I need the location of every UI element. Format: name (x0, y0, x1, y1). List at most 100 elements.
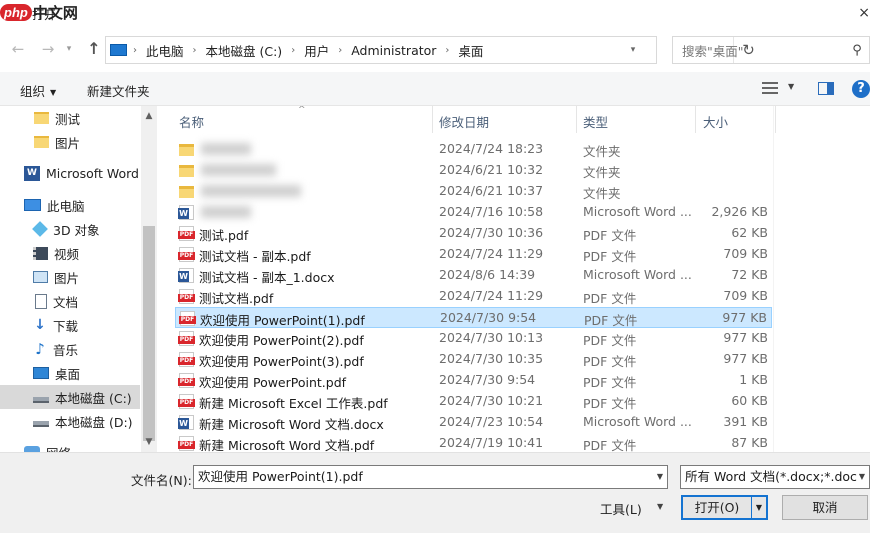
nav-item-test-folder[interactable]: 测试 (0, 106, 140, 130)
tools-chevron-down-icon[interactable]: ▼ (657, 502, 663, 511)
nav-item-microsoft-word[interactable]: W Microsoft Word (0, 161, 140, 185)
column-divider[interactable] (695, 106, 696, 133)
file-row[interactable]: PDF 欢迎使用 PowerPoint(2).pdf 2024/7/30 10:13… (175, 328, 772, 349)
word-file-icon: W (178, 205, 194, 220)
nav-item-music[interactable]: ♪ 音乐 (0, 337, 140, 361)
word-icon: W (24, 165, 40, 181)
desktop-icon (33, 367, 49, 379)
cancel-button[interactable]: 取消 (782, 495, 868, 520)
breadcrumb-administrator[interactable]: Administrator (351, 43, 436, 58)
help-icon[interactable]: ? (852, 80, 870, 98)
file-row[interactable]: W 2024/7/16 10:58 Microsoft Word ... 2,926 … (175, 202, 772, 223)
breadcrumb-separator-icon[interactable]: › (291, 45, 295, 56)
file-modified-date: 2024/7/24 18:23 (439, 141, 544, 156)
file-row[interactable]: PDF 测试.pdf 2024/7/30 10:36 PDF 文件 62 KB (175, 223, 772, 244)
file-row[interactable]: PDF 测试文档.pdf 2024/7/24 11:29 PDF 文件 709 KB (175, 286, 772, 307)
file-modified-date: 2024/7/19 10:41 (439, 435, 544, 450)
file-size: 72 KB (731, 267, 768, 282)
breadcrumb-desktop[interactable]: 桌面 (458, 41, 483, 60)
view-chevron-down-icon[interactable]: ▼ (788, 82, 794, 91)
column-header-size[interactable]: 大小 (703, 112, 728, 131)
navigation-scrollbar[interactable]: ▲ ▼ (141, 106, 157, 452)
file-row[interactable]: PDF 欢迎使用 PowerPoint(3).pdf 2024/7/30 10:35… (175, 349, 772, 370)
address-history-chevron-icon[interactable]: ▾ (626, 37, 640, 63)
search-input[interactable]: 搜索"桌面" (682, 41, 845, 60)
documents-icon (35, 293, 47, 309)
file-row[interactable]: PDF 欢迎使用 PowerPoint(1).pdf 2024/7/30 9:54 P… (175, 307, 772, 328)
tools-button[interactable]: 工具(L) (600, 499, 642, 518)
breadcrumb-this-pc[interactable]: 此电脑 (146, 41, 184, 60)
file-row[interactable]: 2024/6/21 10:32 文件夹 (175, 160, 772, 181)
watermark-php: php (0, 3, 32, 21)
nav-item-this-pc[interactable]: 此电脑 (0, 193, 140, 217)
column-header-modified[interactable]: 修改日期 (439, 112, 489, 131)
file-type: PDF 文件 (583, 396, 637, 411)
file-row[interactable]: PDF 新建 Microsoft Word 文档.pdf 2024/7/19 10:… (175, 433, 772, 452)
address-bar[interactable]: › 此电脑 › 本地磁盘 (C:) › 用户 › Administrator ›… (105, 36, 755, 64)
recent-locations-chevron-icon[interactable]: ▾ (58, 38, 80, 60)
column-header-type[interactable]: 类型 (583, 112, 608, 131)
column-divider[interactable] (775, 106, 776, 133)
view-options-icon[interactable] (762, 81, 778, 95)
search-box[interactable]: 搜索"桌面" ⚲ (672, 36, 870, 64)
open-button[interactable]: 打开(O) ▼ (681, 495, 768, 520)
file-modified-date: 2024/7/30 9:54 (440, 310, 537, 325)
new-folder-button[interactable]: 新建文件夹 (87, 81, 150, 100)
pdf-file-icon: PDF (178, 331, 195, 346)
search-icon[interactable]: ⚲ (845, 43, 869, 58)
column-divider[interactable] (432, 106, 433, 133)
nav-item-network[interactable]: 网络 (0, 440, 140, 452)
breadcrumb-drive-c[interactable]: 本地磁盘 (C:) (206, 41, 283, 60)
column-divider[interactable] (576, 106, 577, 133)
preview-pane-icon[interactable] (818, 82, 834, 95)
nav-label: 视频 (54, 246, 80, 262)
word-file-icon: W (178, 415, 194, 430)
file-row[interactable]: W 测试文档 - 副本_1.docx 2024/8/6 14:39 Microsoft… (175, 265, 772, 286)
3d-objects-icon (32, 221, 48, 237)
file-row[interactable]: W 新建 Microsoft Word 文档.docx 2024/7/23 10:5… (175, 412, 772, 433)
nav-label: 本地磁盘 (D:) (55, 414, 133, 430)
close-icon[interactable]: × (856, 5, 870, 23)
file-row[interactable]: PDF 新建 Microsoft Excel 工作表.pdf 2024/7/30 1… (175, 391, 772, 412)
scrollbar-thumb[interactable] (143, 226, 155, 441)
nav-item-drive-d[interactable]: 本地磁盘 (D:) (0, 409, 140, 433)
file-row[interactable]: PDF 测试文档 - 副本.pdf 2024/7/24 11:29 PDF 文件 709… (175, 244, 772, 265)
nav-item-pictures[interactable]: 图片 (0, 265, 140, 289)
chevron-down-icon[interactable]: ▼ (657, 466, 663, 488)
file-modified-date: 2024/7/30 10:13 (439, 330, 544, 345)
file-type-select[interactable]: 所有 Word 文档(*.docx;*.docx ▼ (680, 465, 870, 489)
chevron-down-icon[interactable]: ▼ (856, 466, 865, 488)
folder-icon (179, 144, 194, 156)
nav-item-pictures-folder[interactable]: 图片 (0, 130, 140, 154)
forward-arrow-icon[interactable]: → (37, 38, 59, 60)
breadcrumb-separator-icon[interactable]: › (445, 45, 449, 56)
file-size: 60 KB (731, 393, 768, 408)
breadcrumb-users[interactable]: 用户 (304, 41, 329, 60)
file-type: Microsoft Word ... (583, 414, 692, 429)
file-type: 文件夹 (583, 165, 621, 180)
pdf-file-icon: PDF (179, 311, 196, 326)
file-row[interactable]: 2024/7/24 18:23 文件夹 (175, 139, 772, 160)
filename-input[interactable]: 欢迎使用 PowerPoint(1).pdf ▼ (193, 465, 668, 489)
breadcrumb-separator-icon[interactable]: › (193, 45, 197, 56)
nav-item-documents[interactable]: 文档 (0, 289, 140, 313)
pdf-file-icon: PDF (178, 289, 195, 304)
up-arrow-icon[interactable]: ↑ (83, 38, 105, 60)
open-split-chevron-icon[interactable]: ▼ (751, 497, 766, 518)
breadcrumb-separator-icon[interactable]: › (338, 45, 342, 56)
open-button-label[interactable]: 打开(O) (683, 497, 751, 518)
column-header-name[interactable]: 名称 (179, 112, 204, 131)
back-arrow-icon[interactable]: ← (7, 38, 29, 60)
nav-item-drive-c[interactable]: 本地磁盘 (C:) (0, 385, 140, 409)
file-row[interactable]: PDF 欢迎使用 PowerPoint.pdf 2024/7/30 9:54 PDF … (175, 370, 772, 391)
nav-item-downloads[interactable]: ↓ 下载 (0, 313, 140, 337)
nav-item-desktop[interactable]: 桌面 (0, 361, 140, 385)
file-modified-date: 2024/7/30 9:54 (439, 372, 536, 387)
nav-item-3d-objects[interactable]: 3D 对象 (0, 217, 140, 241)
file-row[interactable]: 2024/6/21 10:37 文件夹 (175, 181, 772, 202)
scroll-down-icon[interactable]: ▼ (141, 434, 157, 450)
nav-item-videos[interactable]: 视频 (0, 241, 140, 265)
file-name: 新建 Microsoft Word 文档.docx (199, 417, 384, 432)
scroll-up-icon[interactable]: ▲ (141, 108, 157, 124)
organize-button[interactable]: 组织 ▼ (20, 81, 56, 100)
